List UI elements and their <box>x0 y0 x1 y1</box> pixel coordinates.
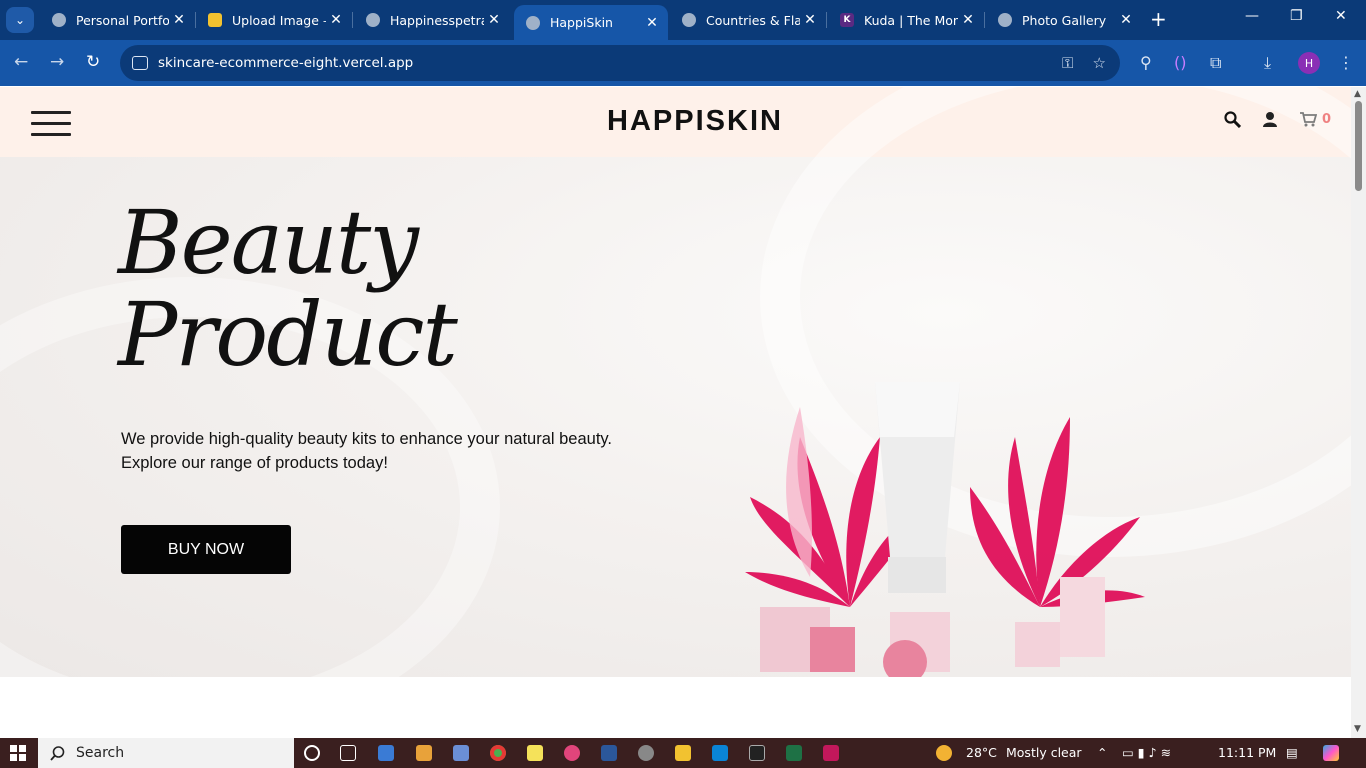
minimize-button[interactable]: — <box>1245 8 1259 24</box>
windows-start-icon[interactable] <box>10 745 26 761</box>
new-tab-button[interactable]: + <box>1150 9 1167 29</box>
browser-toolbar: ← → ↻ skincare-ecommerce-eight.vercel.ap… <box>0 40 1366 86</box>
tab-search-dropdown[interactable]: ⌄ <box>6 7 34 33</box>
app-icon[interactable] <box>378 745 394 761</box>
bookmark-star-icon[interactable]: ☆ <box>1093 54 1106 72</box>
task-view-icon[interactable] <box>304 745 320 761</box>
github-icon <box>366 13 380 27</box>
search-icon <box>50 746 65 761</box>
globe-icon <box>52 13 66 27</box>
globe-icon <box>526 15 540 30</box>
app-icon[interactable] <box>638 745 654 761</box>
clock[interactable]: 11:11 PM <box>1218 745 1276 760</box>
tab-happinesspetra[interactable]: Happinesspetra/ ✕ <box>354 5 510 35</box>
extension-icon-2[interactable]: () <box>1174 53 1186 72</box>
globe-icon <box>998 13 1012 27</box>
tab-personal-portfolio[interactable]: Personal Portfoli ✕ <box>40 5 195 35</box>
close-tab-icon[interactable]: ✕ <box>484 12 504 28</box>
notification-icon[interactable]: ▤ <box>1286 745 1298 760</box>
excel-icon[interactable] <box>786 745 802 761</box>
page-scrollbar[interactable]: ▲ ▼ <box>1351 87 1366 738</box>
file-explorer-icon[interactable] <box>675 745 691 761</box>
address-bar[interactable]: skincare-ecommerce-eight.vercel.app ⚿ ☆ <box>120 45 1120 81</box>
tab-countries-flags[interactable]: Countries & Flag ✕ <box>670 5 826 35</box>
url-text[interactable]: skincare-ecommerce-eight.vercel.app <box>158 55 413 71</box>
browser-tab-strip: ⌄ Personal Portfoli ✕ Upload Image – ✕ H… <box>0 0 1366 40</box>
forward-button[interactable]: → <box>50 52 64 72</box>
upload-icon <box>208 13 222 27</box>
buy-now-button[interactable]: BUY NOW <box>121 525 291 574</box>
close-tab-icon[interactable]: ✕ <box>1116 12 1136 28</box>
word-icon[interactable] <box>601 745 617 761</box>
weather-condition[interactable]: Mostly clear <box>1006 745 1082 760</box>
chrome-icon[interactable] <box>490 745 506 761</box>
menu-kebab-icon[interactable]: ⋮ <box>1338 53 1354 72</box>
globe-icon <box>682 13 696 27</box>
tab-upload-image[interactable]: Upload Image – ✕ <box>196 5 352 35</box>
close-tab-icon[interactable]: ✕ <box>958 12 978 28</box>
system-tray-icons[interactable]: ▭ ▮ ♪ ≋ <box>1122 745 1171 760</box>
windows-taskbar: Search 28°C Mostly clear ⌃ ▭ ▮ ♪ ≋ 11:11… <box>0 738 1366 768</box>
close-tab-icon[interactable]: ✕ <box>800 12 820 28</box>
slack-icon[interactable] <box>564 745 580 761</box>
hero-description: We provide high-quality beauty kits to e… <box>121 430 613 472</box>
tab-photo-gallery[interactable]: Photo Gallery ✕ <box>986 5 1142 35</box>
close-window-button[interactable]: ✕ <box>1335 8 1347 24</box>
tab-kuda[interactable]: K Kuda | The Mon ✕ <box>828 5 984 35</box>
restore-button[interactable]: ❐ <box>1290 8 1303 24</box>
taskbar-search[interactable]: Search <box>38 738 294 768</box>
hero-title: Beauty Product <box>118 191 458 386</box>
tab-happiskin[interactable]: HappiSkin ✕ <box>514 5 668 40</box>
extensions-puzzle-icon[interactable]: ⧉ <box>1210 53 1221 73</box>
extension-icon[interactable]: ⚲ <box>1140 53 1152 72</box>
web-page: HAPPISKIN 0 Beauty Product We provide hi… <box>0 87 1351 738</box>
app-icon[interactable] <box>527 745 543 761</box>
app-icon[interactable] <box>416 745 432 761</box>
scrollbar-thumb[interactable] <box>1355 101 1362 191</box>
download-icon[interactable]: ⤓ <box>1264 53 1271 73</box>
chevron-up-icon[interactable]: ⌃ <box>1097 745 1107 760</box>
site-info-icon[interactable] <box>132 56 148 70</box>
terminal-icon[interactable] <box>749 745 765 761</box>
close-tab-icon[interactable]: ✕ <box>326 12 346 28</box>
weather-icon[interactable] <box>936 745 952 761</box>
figma-icon[interactable] <box>823 745 839 761</box>
vscode-icon[interactable] <box>712 745 728 761</box>
weather-temp[interactable]: 28°C <box>966 745 997 760</box>
hero-section: Beauty Product We provide high-quality b… <box>0 87 1351 737</box>
back-button[interactable]: ← <box>14 52 28 72</box>
close-tab-icon[interactable]: ✕ <box>169 12 189 28</box>
password-key-icon[interactable]: ⚿ <box>1062 54 1073 72</box>
reload-button[interactable]: ↻ <box>86 52 100 72</box>
close-tab-icon[interactable]: ✕ <box>642 15 662 31</box>
hero-product-image <box>745 382 1145 677</box>
widgets-icon[interactable] <box>340 745 356 761</box>
profile-avatar[interactable]: H <box>1298 52 1320 74</box>
app-icon[interactable] <box>453 745 469 761</box>
copilot-icon[interactable] <box>1323 745 1339 761</box>
kuda-logo-icon: K <box>840 13 854 27</box>
